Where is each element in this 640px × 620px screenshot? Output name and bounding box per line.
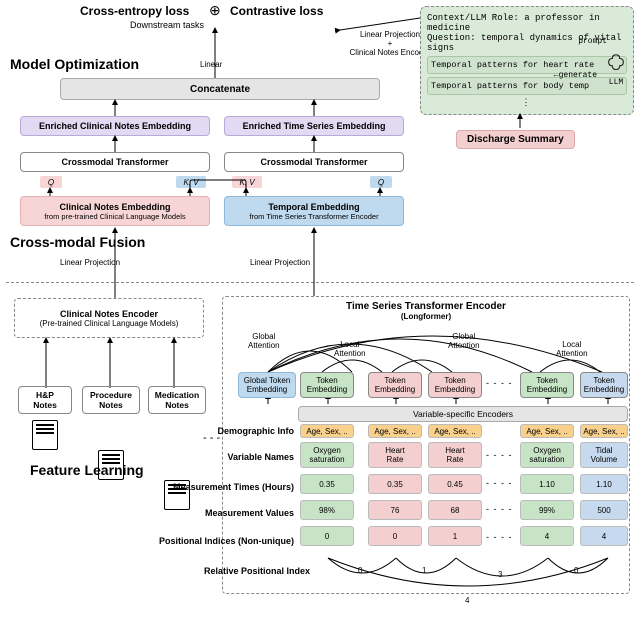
notes-encoder-sub: (Pre-trained Clinical Language Models): [40, 319, 179, 328]
token-box-3: Token Embedding: [428, 372, 482, 398]
prompt-box-2: Temporal patterns for body temp: [427, 77, 627, 95]
linproj-left: Linear Projection: [60, 258, 120, 267]
generate-label: ←generate: [554, 71, 597, 80]
feature-learning-title: Feature Learning: [30, 462, 144, 478]
var-3: Oxygen saturation: [520, 442, 574, 468]
hp-notes-box: H&P Notes: [18, 386, 72, 414]
val-3: 99%: [520, 500, 574, 520]
prompt-ctx: Context/LLM Role: a professor in medicin…: [427, 13, 627, 33]
val-0: 98%: [300, 500, 354, 520]
row-label-1: Variable Names: [144, 452, 294, 462]
local-attn-label-1: Local Attention: [334, 340, 366, 358]
col-dots-4: - - - -: [486, 532, 513, 542]
llm-label: LLM: [603, 78, 629, 87]
row-label-0: Demographic Info: [144, 426, 294, 436]
ts-encoder-sub: (Longformer): [229, 312, 623, 321]
temp-embed-box: Temporal Embedding from Time Series Tran…: [224, 196, 404, 226]
divider-line: [6, 282, 634, 283]
var-0: Oxygen saturation: [300, 442, 354, 468]
concatenate-box: Concatenate: [60, 78, 380, 100]
pos-2: 1: [428, 526, 482, 546]
linear-label: Linear: [200, 60, 222, 69]
crossmodal-right: Crossmodal Transformer: [224, 152, 404, 172]
row-label-5: Relative Positional Index: [160, 566, 310, 576]
prompt-box-1: Temporal patterns for heart rate: [427, 56, 627, 74]
notes-embed-title: Clinical Notes Embedding: [59, 202, 170, 212]
rel-2: 3: [498, 570, 502, 579]
var-1: Heart Rate: [368, 442, 422, 468]
temp-embed-sub: from Time Series Transformer Encoder: [249, 212, 378, 221]
time-0: 0.35: [300, 474, 354, 494]
time-2: 0.45: [428, 474, 482, 494]
enriched-notes-box: Enriched Clinical Notes Embedding: [20, 116, 210, 136]
token-box-1: Token Embedding: [300, 372, 354, 398]
rel-1: 1: [422, 566, 426, 575]
rel-total: 4: [465, 596, 469, 605]
demo-4: Age, Sex, ..: [580, 424, 628, 438]
pos-4: 4: [580, 526, 628, 546]
demo-2: Age, Sex, ..: [428, 424, 482, 438]
time-3: 1.10: [520, 474, 574, 494]
temp-embed-title: Temporal Embedding: [268, 202, 359, 212]
enriched-ts-box: Enriched Time Series Embedding: [224, 116, 404, 136]
prompt-panel: Context/LLM Role: a professor in medicin…: [420, 6, 634, 115]
token-box-5: Token Embedding: [580, 372, 628, 398]
doc-icon-1: [32, 420, 58, 450]
token-box-2: Token Embedding: [368, 372, 422, 398]
discharge-summary: Discharge Summary: [456, 130, 575, 149]
notes-embed-box: Clinical Notes Embedding from pre-traine…: [20, 196, 210, 226]
prompt-label: prompt: [578, 37, 607, 46]
ellipsis: ⋮: [427, 98, 627, 108]
kv-left: K, V: [176, 176, 206, 188]
kv-right: K, V: [232, 176, 262, 188]
notes-encoder-title: Clinical Notes Encoder: [60, 309, 158, 319]
var-4: Tidal Volume: [580, 442, 628, 468]
notes-encoder-box: Clinical Notes Encoder (Pre-trained Clin…: [14, 298, 204, 338]
col-dots-2: - - - -: [486, 478, 513, 488]
downstream-label: Downstream tasks: [130, 20, 204, 30]
notes-embed-sub: from pre-trained Clinical Language Model…: [44, 212, 185, 221]
val-4: 500: [580, 500, 628, 520]
token-box-4: Token Embedding: [520, 372, 574, 398]
proc-notes-box: Procedure Notes: [82, 386, 140, 414]
time-1: 0.35: [368, 474, 422, 494]
llm-icon: LLM: [603, 53, 629, 87]
cross-entropy-label: Cross-entropy loss: [80, 4, 189, 18]
q-left: Q: [40, 176, 62, 188]
pos-3: 4: [520, 526, 574, 546]
demo-1: Age, Sex, ..: [368, 424, 422, 438]
var-encoders-box: Variable-specific Encoders: [298, 406, 628, 422]
crossmodal-left: Crossmodal Transformer: [20, 152, 210, 172]
global-attn-label-l: Global Attention: [248, 332, 280, 350]
row-label-3: Measurement Values: [144, 508, 294, 518]
ts-encoder-title: Time Series Transformer Encoder: [229, 301, 623, 312]
var-2: Heart Rate: [428, 442, 482, 468]
pos-1: 0: [368, 526, 422, 546]
q-right: Q: [370, 176, 392, 188]
plus-icon: ⊕: [209, 2, 221, 19]
rel-3: 0: [574, 566, 578, 575]
val-1: 76: [368, 500, 422, 520]
val-2: 68: [428, 500, 482, 520]
row-label-2: Measurement Times (Hours): [144, 482, 294, 492]
pos-0: 0: [300, 526, 354, 546]
crossmodal-fusion-title: Cross-modal Fusion: [10, 234, 145, 250]
global-attn-label-r: Global Attention: [448, 332, 480, 350]
med-notes-box: Medication Notes: [148, 386, 206, 414]
row-label-4: Positional Indices (Non-unique): [134, 536, 294, 546]
local-attn-label-2: Local Attention: [556, 340, 588, 358]
model-opt-title: Model Optimization: [10, 56, 139, 72]
col-dots-1: - - - -: [486, 450, 513, 460]
time-4: 1.10: [580, 474, 628, 494]
rel-0: 0: [358, 566, 362, 575]
global-token-box: Global Token Embedding: [238, 372, 296, 398]
demo-0: Age, Sex, ..: [300, 424, 354, 438]
col-dots-0: - - - -: [486, 378, 513, 388]
demo-3: Age, Sex, ..: [520, 424, 574, 438]
col-dots-3: - - - -: [486, 504, 513, 514]
contrastive-label: Contrastive loss: [230, 4, 323, 18]
linproj-mid: Linear Projection: [250, 258, 310, 267]
